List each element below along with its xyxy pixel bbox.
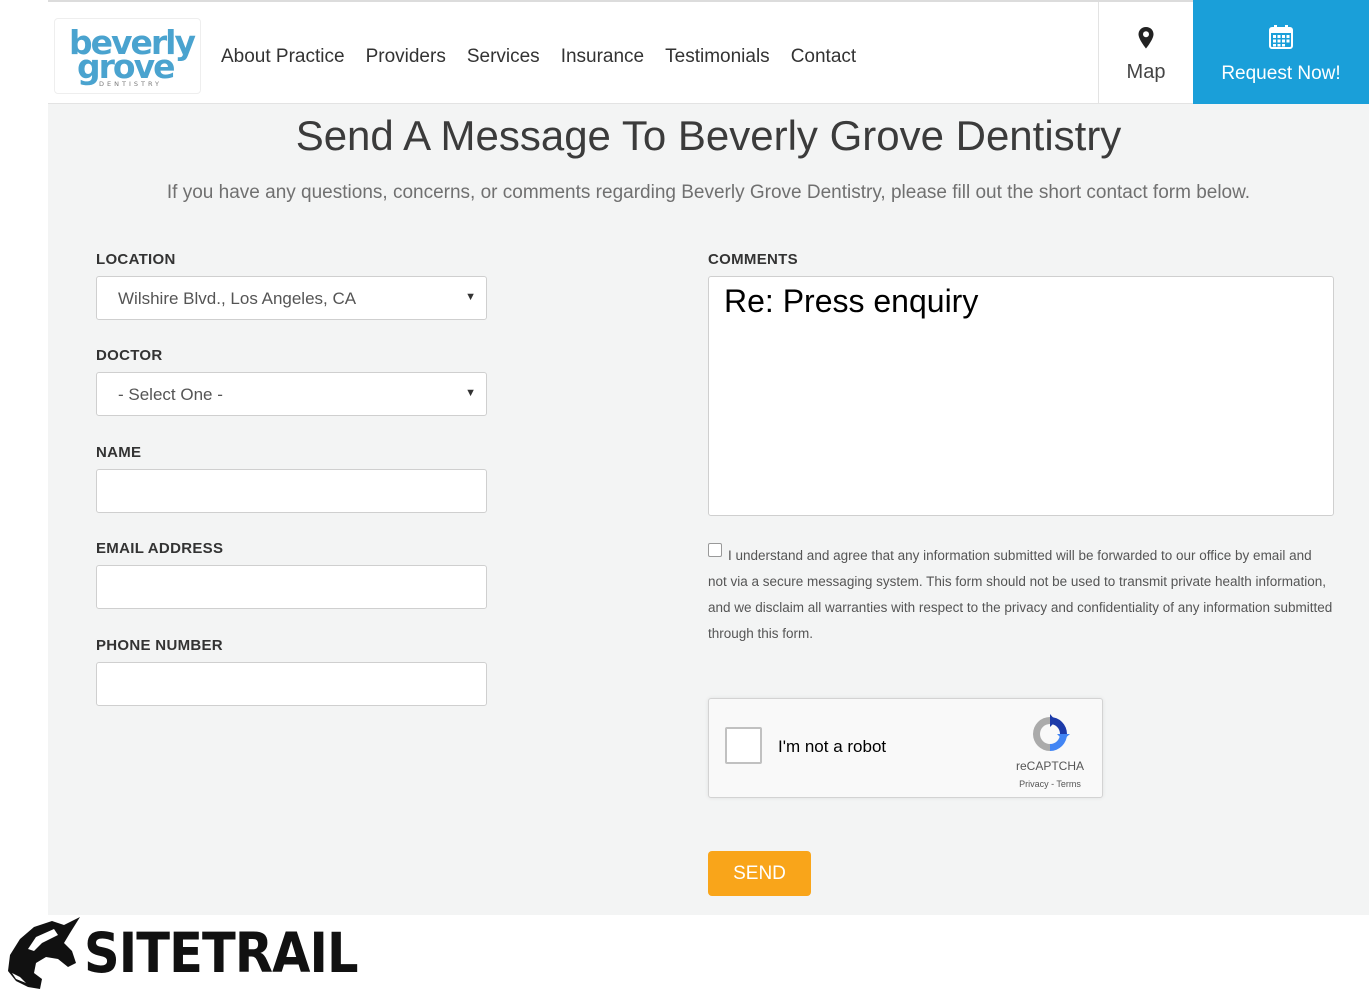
watermark-text: SITETRAIL — [84, 921, 359, 985]
email-input[interactable] — [96, 565, 487, 609]
send-button[interactable]: SEND — [708, 851, 811, 896]
doctor-select-value: - Select One - — [118, 385, 223, 404]
site-header: beverly grove DENTISTRY About Practice P… — [48, 0, 1369, 104]
recaptcha-widget: I'm not a robot reCAPTCHA Privacy - Term… — [708, 698, 1103, 798]
recaptcha-brand: reCAPTCHA — [1015, 759, 1084, 773]
recaptcha-icon — [1033, 714, 1070, 751]
location-select[interactable]: Wilshire Blvd., Los Angeles, CA ▼ — [96, 276, 487, 320]
horse-head-icon — [8, 917, 80, 989]
email-label: EMAIL ADDRESS — [96, 540, 224, 557]
phone-label: PHONE NUMBER — [96, 637, 223, 654]
comments-text: Re: Press enquiry — [724, 283, 979, 319]
calendar-icon — [1269, 25, 1293, 49]
recaptcha-links[interactable]: Privacy - Terms — [1009, 779, 1091, 789]
phone-input[interactable] — [96, 662, 487, 706]
logo-line-3: DENTISTRY — [99, 80, 163, 88]
nav-testimonials[interactable]: Testimonials — [665, 46, 770, 68]
map-button[interactable]: Map — [1098, 2, 1193, 104]
sitetrail-watermark: SITETRAIL — [6, 915, 406, 991]
agree-text: I understand and agree that any informat… — [708, 548, 1333, 641]
map-button-label: Map — [1126, 61, 1166, 83]
doctor-select[interactable]: - Select One - ▼ — [96, 372, 487, 416]
page-title: Send A Message To Beverly Grove Dentistr… — [295, 112, 1122, 159]
request-now-label: Request Now! — [1221, 63, 1341, 84]
site-page: beverly grove DENTISTRY About Practice P… — [48, 0, 1369, 915]
comments-textarea[interactable]: Re: Press enquiry — [708, 276, 1334, 516]
nav-insurance[interactable]: Insurance — [561, 46, 644, 68]
logo[interactable]: beverly grove DENTISTRY — [54, 18, 201, 94]
nav-about-practice[interactable]: About Practice — [221, 46, 345, 68]
nav-contact[interactable]: Contact — [791, 46, 856, 68]
recaptcha-checkbox[interactable] — [725, 727, 762, 764]
comments-label: COMMENTS — [708, 251, 798, 268]
doctor-label: DOCTOR — [96, 347, 163, 364]
dropdown-caret-icon: ▼ — [465, 291, 476, 303]
map-pin-icon — [1138, 27, 1154, 49]
location-label: LOCATION — [96, 251, 176, 268]
nav-providers[interactable]: Providers — [366, 46, 446, 68]
request-now-button[interactable]: Request Now! — [1193, 0, 1369, 104]
nav-services[interactable]: Services — [467, 46, 540, 68]
location-select-value: Wilshire Blvd., Los Angeles, CA — [118, 289, 357, 308]
name-input[interactable] — [96, 469, 487, 513]
name-label: NAME — [96, 444, 142, 461]
page-subtitle: If you have any questions, concerns, or … — [166, 182, 1251, 203]
dropdown-caret-icon: ▼ — [465, 387, 476, 399]
main-nav: About Practice Providers Services Insura… — [221, 46, 856, 68]
recaptcha-label: I'm not a robot — [778, 737, 887, 756]
